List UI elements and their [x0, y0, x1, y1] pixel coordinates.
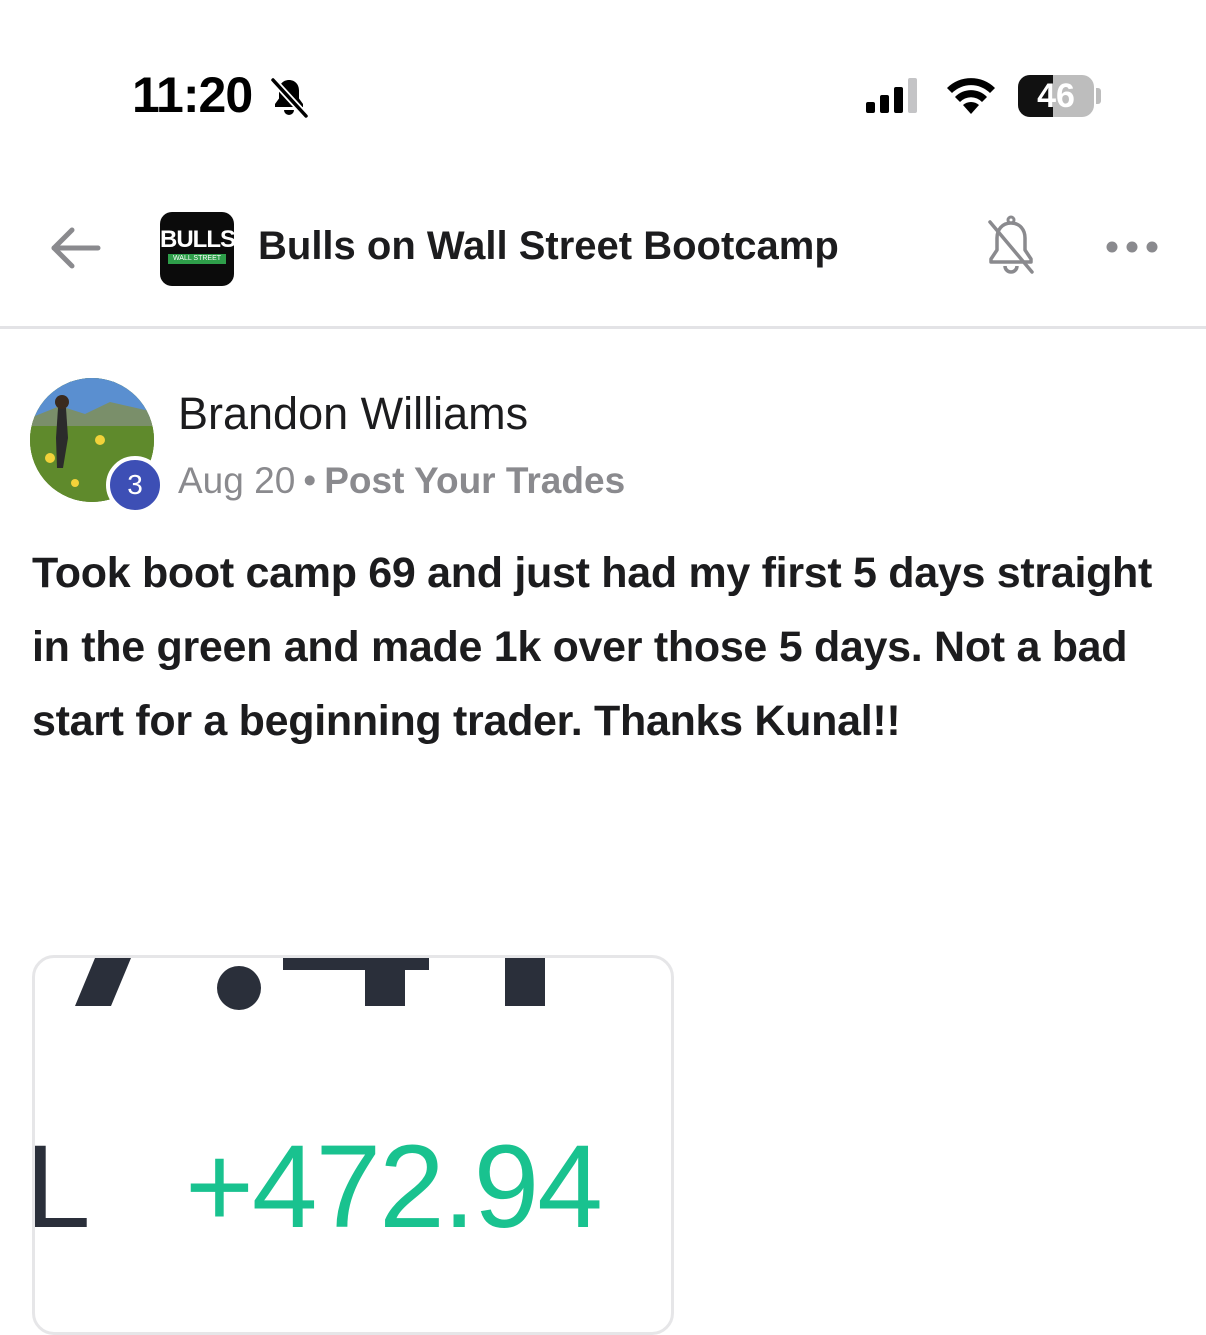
author-name[interactable]: Brandon Williams: [178, 388, 528, 440]
meta-separator: •: [303, 460, 317, 501]
pnl-value: +472.94: [185, 1121, 603, 1253]
battery-indicator: 46: [1018, 75, 1094, 117]
pnl-label: L: [35, 1128, 91, 1246]
post-meta: Aug 20 • Post Your Trades: [178, 460, 625, 502]
status-bar: 11:20 46: [0, 0, 1206, 170]
group-title[interactable]: Bulls on Wall Street Bootcamp: [258, 224, 839, 269]
post-header: 3 Brandon Williams Aug 20 • Post Your Trad…: [0, 376, 1206, 526]
notification-bell-icon[interactable]: [984, 212, 1038, 280]
back-arrow-icon[interactable]: [42, 218, 106, 278]
post-date: Aug 20: [178, 460, 296, 501]
navigation-bar: BULLS WALL STREET Bulls on Wall Street B…: [0, 170, 1206, 329]
post-body-text: Took boot camp 69 and just had my first …: [32, 549, 1153, 745]
more-options-icon[interactable]: [1102, 232, 1162, 262]
battery-cap: [1096, 88, 1101, 104]
cellular-signal-icon: [866, 78, 917, 113]
wifi-icon: [947, 78, 995, 114]
group-logo-text: BULLS: [160, 226, 236, 253]
group-logo[interactable]: BULLS WALL STREET: [160, 212, 236, 286]
bell-slash-icon: [270, 77, 309, 119]
battery-percentage: 46: [1037, 77, 1075, 115]
post-category-link[interactable]: Post Your Trades: [324, 460, 625, 501]
level-badge: 3: [106, 456, 164, 514]
cropped-digits-graphic: [75, 958, 545, 1010]
post-image[interactable]: L +472.94: [32, 955, 674, 1335]
status-time: 11:20: [132, 67, 253, 123]
group-logo-subtext: WALL STREET: [168, 254, 226, 264]
